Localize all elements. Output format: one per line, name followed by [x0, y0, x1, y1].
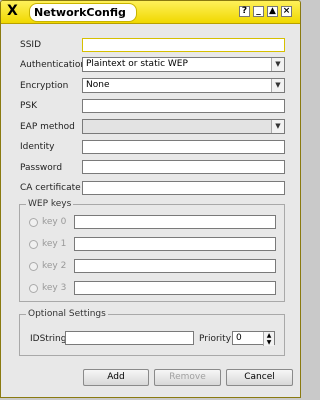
ca-certificate-input[interactable]	[82, 181, 285, 195]
optional-settings-group: Optional Settings IDString Priority 0 ▲ ▼	[19, 309, 285, 356]
key-1-radio[interactable]	[29, 240, 38, 249]
key-0-label: key 0	[42, 217, 67, 227]
password-label: Password	[20, 163, 63, 173]
app-icon: X	[7, 3, 18, 19]
ssid-label: SSID	[20, 40, 42, 50]
remove-button[interactable]: Remove	[154, 369, 221, 386]
eap-method-label: EAP method	[20, 122, 75, 132]
spin-arrows-icon[interactable]: ▲ ▼	[263, 332, 274, 346]
eap-method-select[interactable]: ▼	[82, 119, 285, 134]
password-input[interactable]	[82, 160, 285, 174]
window-title: NetworkConfig	[29, 3, 137, 22]
network-config-window: X NetworkConfig ? _ ▲ × SSID Authenticat…	[0, 0, 301, 398]
identity-label: Identity	[20, 142, 55, 152]
key-3-label: key 3	[42, 283, 67, 293]
wep-keys-title: WEP keys	[26, 199, 74, 209]
title-bar[interactable]: X NetworkConfig ? _ ▲ ×	[1, 1, 300, 24]
authentication-label: Authentication	[20, 60, 87, 70]
key-2-input[interactable]	[74, 259, 276, 273]
cancel-button[interactable]: Cancel	[226, 369, 293, 386]
authentication-select[interactable]: Plaintext or static WEP ▼	[82, 57, 285, 72]
chevron-down-icon: ▼	[271, 79, 284, 92]
maximize-button[interactable]: ▲	[267, 6, 278, 17]
priority-spinbox[interactable]: 0 ▲ ▼	[232, 331, 275, 346]
minimize-button[interactable]: _	[253, 6, 264, 17]
psk-input[interactable]	[82, 99, 285, 113]
key-3-input[interactable]	[74, 281, 276, 295]
ca-certificate-label: CA certificate	[20, 183, 81, 193]
add-button[interactable]: Add	[83, 369, 149, 386]
wep-keys-group: WEP keys key 0 key 1 key 2 key 3	[19, 199, 285, 302]
key-0-radio[interactable]	[29, 218, 38, 227]
key-2-label: key 2	[42, 261, 67, 271]
idstring-input[interactable]	[65, 331, 194, 345]
identity-input[interactable]	[82, 140, 285, 154]
psk-label: PSK	[20, 101, 38, 111]
key-2-radio[interactable]	[29, 262, 38, 271]
chevron-down-icon: ▼	[271, 58, 284, 71]
ssid-input[interactable]	[82, 38, 285, 52]
idstring-label: IDString	[30, 334, 67, 344]
authentication-value: Plaintext or static WEP	[86, 59, 188, 69]
key-0-input[interactable]	[74, 215, 276, 229]
encryption-label: Encryption	[20, 81, 69, 91]
key-1-input[interactable]	[74, 237, 276, 251]
optional-settings-title: Optional Settings	[26, 309, 108, 319]
priority-value: 0	[236, 333, 242, 343]
priority-label: Priority	[199, 334, 232, 344]
help-button[interactable]: ?	[239, 6, 250, 17]
key-3-radio[interactable]	[29, 284, 38, 293]
chevron-down-icon: ▼	[271, 120, 284, 133]
encryption-value: None	[86, 80, 110, 90]
key-1-label: key 1	[42, 239, 67, 249]
encryption-select[interactable]: None ▼	[82, 78, 285, 93]
close-button[interactable]: ×	[281, 6, 292, 17]
